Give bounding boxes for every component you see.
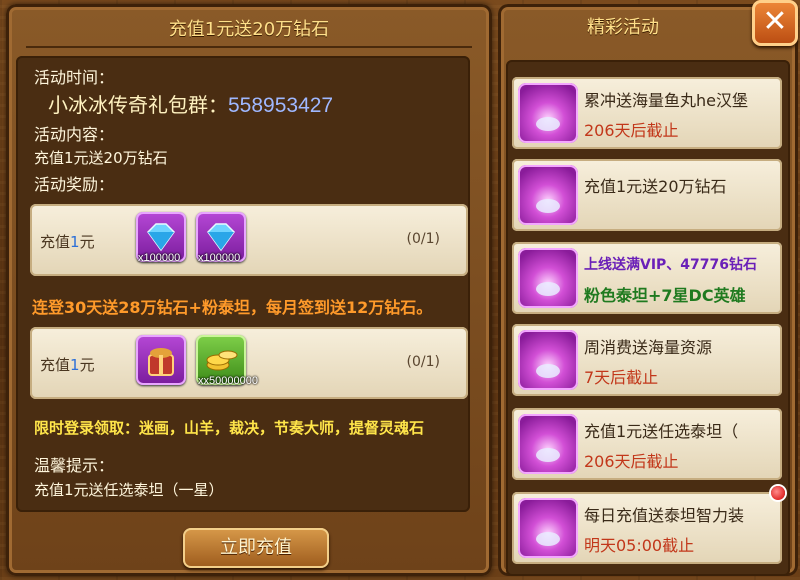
activity-deadline: 7天后截止 <box>584 368 659 387</box>
gold-coins-icon[interactable]: xx50000000 <box>196 335 258 387</box>
tip-text: 充值1元送任选泰坦（一星） <box>34 481 224 499</box>
diamond-icon[interactable]: x100000 <box>196 212 246 264</box>
activity-title: 充值1元送任选泰坦（ <box>584 422 739 441</box>
reward-card-label: 充值1元 <box>40 356 95 374</box>
tip-label: 温馨提示： <box>34 456 115 475</box>
activity-item[interactable]: 充值1元送20万钻石 <box>512 159 782 231</box>
activity-item[interactable]: 每日充值送泰坦智力装 明天05:00截止 <box>512 492 782 564</box>
activity-item[interactable]: 充值1元送任选泰坦（ 206天后截止 <box>512 408 782 480</box>
activity-title: 充值1元送20万钻石 <box>584 177 727 196</box>
activity-deadline: 明天05:00截止 <box>584 536 695 555</box>
event-content-label: 活动内容： <box>34 125 115 144</box>
activity-icon <box>518 414 578 474</box>
activity-deadline: 206天后截止 <box>584 121 679 140</box>
gift-bag-icon[interactable] <box>136 335 186 385</box>
reward-progress: (0/1) <box>406 354 440 370</box>
reward-progress: (0/1) <box>406 231 440 247</box>
activity-item[interactable]: 累冲送海量鱼丸he汉堡 206天后截止 <box>512 77 782 149</box>
diamond-icon[interactable]: x100000 <box>136 212 186 264</box>
activity-title: 周消费送海量资源 <box>584 338 713 357</box>
activity-title: 每日充值送泰坦智力装 <box>584 506 745 525</box>
activity-deadline: 206天后截止 <box>584 452 679 471</box>
login-reward-notice: 连登30天送28万钻石+粉泰坦，每月签到送12万钻石。 <box>32 298 433 317</box>
activity-icon <box>518 83 578 143</box>
limited-login-notice: 限时登录领取：迷画，山羊，裁决，节奏大师，提督灵魂石 <box>34 419 425 437</box>
charge-now-button[interactable]: 立即充值 <box>183 528 329 568</box>
promo-group-line: 小冰冰传奇礼包群：558953427 <box>48 89 333 118</box>
reward-card-2: 充值1元 xx50000000 (0/1) <box>30 327 468 399</box>
promo-group-text: 小冰冰传奇礼包群： <box>48 93 228 117</box>
item-quantity: x100000 <box>138 252 181 264</box>
activities-title: 精彩活动 <box>587 17 659 38</box>
promo-group-number: 558953427 <box>228 94 334 117</box>
item-quantity: x100000 <box>198 252 241 264</box>
activity-item[interactable]: 上线送满VIP、47776钻石 粉色泰坦+7星DC英雄 <box>512 242 782 314</box>
activity-item[interactable]: 周消费送海量资源 7天后截止 <box>512 324 782 396</box>
activity-title: 上线送满VIP、47776钻石 <box>584 257 758 273</box>
reward-card-1: 充值1元 x100000 x100000 (0/1) <box>30 204 468 276</box>
event-content-text: 充值1元送20万钻石 <box>34 149 168 167</box>
notification-dot <box>771 486 785 500</box>
activity-icon <box>518 248 578 308</box>
item-quantity: xx50000000 <box>198 375 258 387</box>
event-detail-title: 充值1元送20万钻石 <box>168 19 330 40</box>
reward-card-label: 充值1元 <box>40 233 95 251</box>
title-divider <box>26 46 472 48</box>
activity-icon <box>518 498 578 558</box>
activity-title: 累冲送海量鱼丸he汉堡 <box>584 91 748 110</box>
activity-icon <box>518 165 578 225</box>
activity-subtitle: 粉色泰坦+7星DC英雄 <box>584 286 746 305</box>
activity-icon <box>518 330 578 390</box>
event-time-label: 活动时间： <box>34 68 115 87</box>
close-button[interactable]: ✕ <box>752 0 798 46</box>
event-reward-label: 活动奖励： <box>34 175 115 194</box>
